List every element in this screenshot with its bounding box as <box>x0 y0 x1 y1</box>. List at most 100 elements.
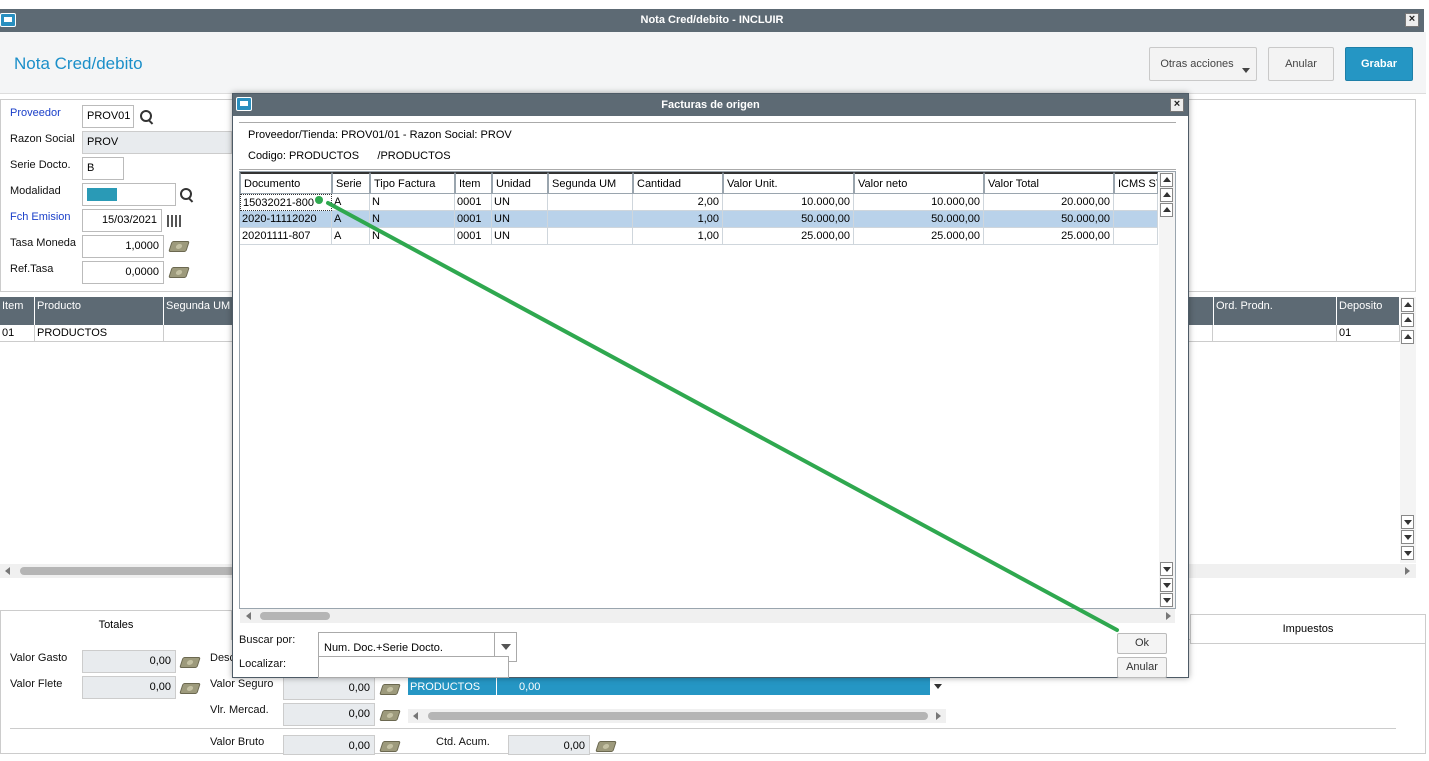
column-item[interactable]: Item <box>455 172 492 194</box>
column-serie[interactable]: Serie <box>332 172 370 194</box>
cancel-dialog-button[interactable]: Anular <box>1117 657 1167 678</box>
money-icon[interactable] <box>379 684 401 695</box>
money-icon[interactable] <box>168 267 190 278</box>
scroll-bottom-button[interactable] <box>1160 593 1173 607</box>
factura-row[interactable]: 20201111-807 A N 0001 UN 1,00 25.000,00 25.000,… <box>240 228 1158 245</box>
column-valor-neto[interactable]: Valor neto <box>854 172 984 194</box>
razon-social-field[interactable]: PROV <box>82 131 232 154</box>
valor-neto-cell[interactable]: 25.000,00 <box>854 228 984 245</box>
producto-cell[interactable]: PRODUCTOS <box>35 325 164 342</box>
other-actions-button[interactable]: Otras acciones <box>1149 47 1257 81</box>
ord-prodn-cell[interactable] <box>1213 325 1337 342</box>
serie-cell[interactable]: A <box>332 194 370 211</box>
column-valor-total[interactable]: Valor Total <box>984 172 1114 194</box>
proveedor-label[interactable]: Proveedor <box>10 107 61 119</box>
scroll-top-button[interactable] <box>1401 298 1414 312</box>
scroll-right-icon[interactable] <box>936 712 941 720</box>
facturas-hscroll[interactable] <box>240 609 1175 623</box>
scroll-page-down-button[interactable] <box>1401 530 1414 544</box>
valor-flete-field[interactable]: 0,00 <box>82 676 176 699</box>
scroll-page-up-button[interactable] <box>1401 313 1414 327</box>
fch-emision-field[interactable]: 15/03/2021 <box>82 209 162 232</box>
column-unidad[interactable]: Unidad <box>492 172 548 194</box>
column-segunda-um[interactable]: Segunda UM <box>548 172 633 194</box>
tipo-factura-cell[interactable]: N <box>370 211 455 228</box>
valor-total-cell[interactable]: 25.000,00 <box>984 228 1114 245</box>
column-tipo-factura[interactable]: Tipo Factura <box>370 172 455 194</box>
icms-st-cell[interactable] <box>1114 194 1158 211</box>
valor-bruto-field[interactable]: 0,00 <box>283 735 375 755</box>
serie-cell[interactable]: A <box>332 211 370 228</box>
valor-total-cell[interactable]: 20.000,00 <box>984 194 1114 211</box>
icms-st-cell[interactable] <box>1114 228 1158 245</box>
segunda-um-cell[interactable] <box>548 211 633 228</box>
tax-preview-row[interactable]: PRODUCTOS 0,00 <box>408 678 930 695</box>
item-cell[interactable]: 0001 <box>455 228 492 245</box>
factura-row[interactable]: 15032021-800 A N 0001 UN 2,00 10.000,00 10.000,… <box>240 194 1158 211</box>
column-item[interactable]: Item <box>0 297 35 325</box>
item-cell[interactable]: 01 <box>0 325 35 342</box>
scroll-left-icon[interactable] <box>246 612 251 620</box>
segunda-um-cell[interactable] <box>164 325 234 342</box>
scroll-left-icon[interactable] <box>413 712 418 720</box>
column-segunda-um[interactable]: Segunda UM <box>164 297 234 325</box>
cantidad-cell[interactable]: 2,00 <box>633 194 723 211</box>
grid-cell[interactable] <box>1188 325 1213 342</box>
scroll-page-up-button[interactable] <box>1160 188 1173 202</box>
serie-cell[interactable]: A <box>332 228 370 245</box>
scroll-up-button[interactable] <box>1401 330 1414 344</box>
scroll-right-icon[interactable] <box>1166 612 1171 620</box>
tax-preview-hscroll[interactable] <box>408 709 946 723</box>
deposito-cell[interactable]: 01 <box>1337 325 1400 342</box>
column-deposito[interactable]: Deposito <box>1337 297 1400 325</box>
column-cantidad[interactable]: Cantidad <box>633 172 723 194</box>
documento-cell[interactable]: 20201111-807 <box>240 228 332 245</box>
facturas-vscroll[interactable] <box>1159 172 1175 608</box>
money-icon[interactable] <box>379 710 401 721</box>
ctd-acum-field[interactable]: 0,00 <box>508 735 590 755</box>
hscroll-thumb[interactable] <box>428 712 928 720</box>
vlr-mercad-field[interactable]: 0,00 <box>283 703 375 726</box>
valor-unit-cell[interactable]: 10.000,00 <box>723 194 854 211</box>
tipo-factura-cell[interactable]: N <box>370 228 455 245</box>
valor-seguro-field[interactable]: 0,00 <box>283 677 375 700</box>
scroll-bottom-button[interactable] <box>1401 546 1414 560</box>
hscroll-thumb[interactable] <box>20 567 235 575</box>
segunda-um-cell[interactable] <box>548 228 633 245</box>
scroll-up-button[interactable] <box>1160 203 1173 217</box>
scroll-page-down-button[interactable] <box>1160 578 1173 592</box>
modalidad-field[interactable] <box>82 183 176 206</box>
column-ord-prodn[interactable]: Ord. Prodn. <box>1213 297 1337 325</box>
icms-st-cell[interactable] <box>1114 211 1158 228</box>
unidad-cell[interactable]: UN <box>492 228 548 245</box>
localizar-input[interactable] <box>318 656 509 678</box>
documento-cell[interactable]: 15032021-800 <box>240 194 332 211</box>
scroll-down-button[interactable] <box>932 680 945 694</box>
valor-gasto-field[interactable]: 0,00 <box>82 650 176 673</box>
valor-neto-cell[interactable]: 50.000,00 <box>854 211 984 228</box>
tab-totales[interactable]: Totales <box>0 610 232 640</box>
search-icon[interactable] <box>180 188 194 202</box>
valor-unit-cell[interactable]: 25.000,00 <box>723 228 854 245</box>
unidad-cell[interactable]: UN <box>492 211 548 228</box>
item-cell[interactable]: 0001 <box>455 211 492 228</box>
valor-unit-cell[interactable]: 50.000,00 <box>723 211 854 228</box>
scroll-top-button[interactable] <box>1160 173 1173 187</box>
tipo-factura-cell[interactable]: N <box>370 194 455 211</box>
segunda-um-cell[interactable] <box>548 194 633 211</box>
hscroll-thumb[interactable] <box>260 612 330 620</box>
unidad-cell[interactable]: UN <box>492 194 548 211</box>
column-producto[interactable]: Producto <box>35 297 164 325</box>
cantidad-cell[interactable]: 1,00 <box>633 228 723 245</box>
scroll-left-icon[interactable] <box>5 567 10 575</box>
proveedor-field[interactable]: PROV01 <box>82 105 134 128</box>
ref-tasa-field[interactable]: 0,0000 <box>82 261 164 284</box>
money-icon[interactable] <box>179 683 201 694</box>
valor-total-cell[interactable]: 50.000,00 <box>984 211 1114 228</box>
scroll-down-button[interactable] <box>1401 515 1414 529</box>
save-button[interactable]: Grabar <box>1345 47 1413 81</box>
money-icon[interactable] <box>595 741 617 752</box>
column-icms-st[interactable]: ICMS ST <box>1114 172 1158 194</box>
column-valor-unit[interactable]: Valor Unit. <box>723 172 854 194</box>
scroll-right-icon[interactable] <box>1405 567 1410 575</box>
